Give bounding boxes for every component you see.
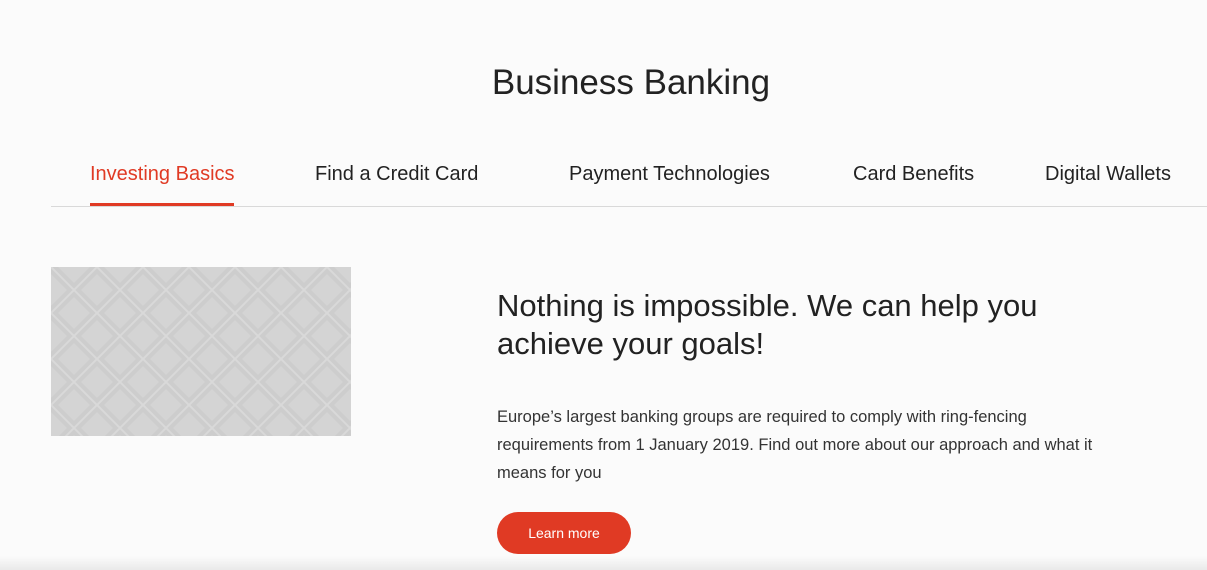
feature-image-placeholder bbox=[51, 267, 351, 436]
tab-bar: Investing Basics Find a Credit Card Paym… bbox=[51, 150, 1207, 207]
feature-description: Europe’s largest banking groups are requ… bbox=[497, 408, 1093, 482]
bottom-shadow bbox=[0, 556, 1207, 570]
tab-find-a-credit-card[interactable]: Find a Credit Card bbox=[315, 162, 478, 186]
crosshatch-pattern bbox=[51, 267, 351, 436]
tab-card-benefits[interactable]: Card Benefits bbox=[853, 162, 974, 186]
learn-more-button[interactable]: Learn more bbox=[497, 512, 631, 554]
active-tab-indicator bbox=[90, 203, 234, 206]
tab-investing-basics[interactable]: Investing Basics bbox=[90, 162, 235, 186]
page-title: Business Banking bbox=[491, 63, 771, 102]
tab-payment-technologies[interactable]: Payment Technologies bbox=[569, 162, 770, 186]
feature-headline: Nothing is impossible. We can help you a… bbox=[497, 288, 1038, 361]
tab-digital-wallets[interactable]: Digital Wallets bbox=[1045, 162, 1171, 186]
